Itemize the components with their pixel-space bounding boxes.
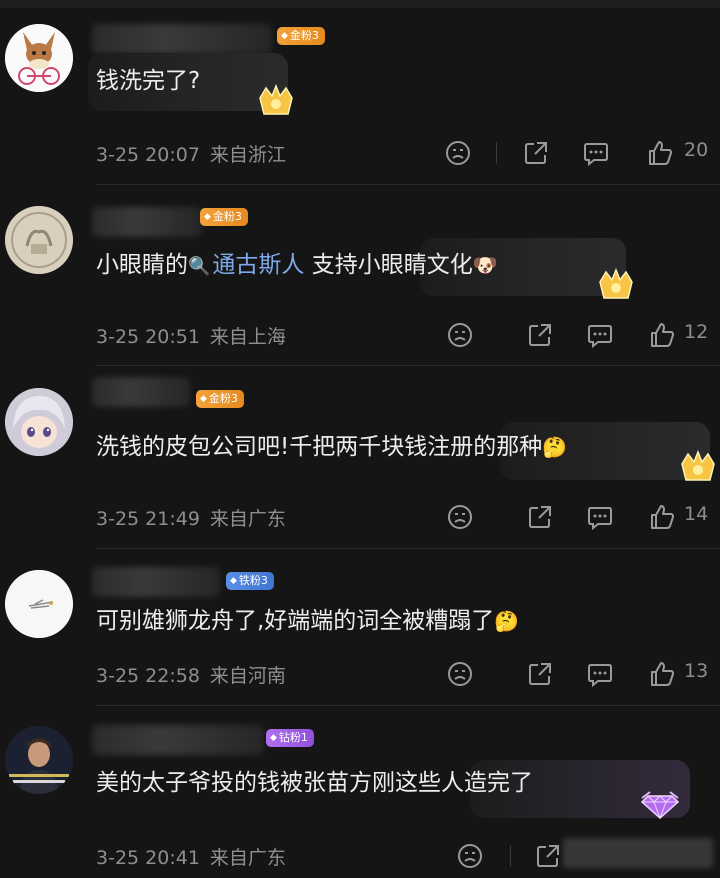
comment-meta: 3-25 22:58 来自河南: [96, 661, 286, 688]
comment-text: 钱洗完了?: [96, 68, 201, 94]
share-icon[interactable]: [534, 842, 562, 870]
dislike-face-icon[interactable]: [456, 842, 484, 870]
search-icon: 🔍: [188, 256, 211, 277]
like-count: 13: [684, 660, 709, 682]
comment-meta: 3-25 20:07 来自浙江: [96, 140, 286, 167]
action-bar: 13: [440, 658, 720, 690]
action-divider: [496, 142, 497, 164]
badge-gem-icon: ◆: [270, 733, 277, 743]
action-divider: [510, 845, 511, 867]
share-icon[interactable]: [522, 139, 550, 167]
like-thumb-icon[interactable]: [646, 139, 674, 167]
user-avatar[interactable]: [5, 570, 73, 638]
anime-girl-avatar-icon: [5, 388, 73, 456]
comment-divider: [96, 548, 720, 549]
comment-meta: 3-25 21:49 来自广东: [96, 504, 286, 531]
reply-comment-icon[interactable]: [586, 660, 614, 688]
portrait-photo-avatar-icon: [5, 726, 73, 794]
timestamp: 3-25 20:41: [96, 847, 200, 869]
location: 来自广东: [209, 508, 286, 530]
fan-badge[interactable]: ◆ 金粉3: [200, 208, 248, 226]
top-edge: [0, 0, 720, 8]
share-icon[interactable]: [526, 660, 554, 688]
user-avatar[interactable]: [5, 206, 73, 274]
fan-badge[interactable]: ◆ 金粉3: [196, 390, 244, 408]
share-icon[interactable]: [526, 321, 554, 349]
location: 来自上海: [209, 326, 286, 348]
location: 来自广东: [209, 847, 286, 869]
like-thumb-icon[interactable]: [648, 660, 676, 688]
timestamp: 3-25 20:07: [96, 144, 200, 166]
topic-link[interactable]: 🔍通古斯人: [188, 252, 304, 278]
dislike-face-icon[interactable]: [446, 503, 474, 531]
dislike-face-icon[interactable]: [446, 660, 474, 688]
reply-comment-icon[interactable]: [586, 503, 614, 531]
crown-medal-icon: [599, 268, 633, 299]
location: 来自浙江: [209, 144, 286, 166]
crown-medal-icon: [681, 450, 715, 481]
username-blurred[interactable]: [92, 725, 264, 755]
like-thumb-icon[interactable]: [648, 321, 676, 349]
thinking-emoji-icon: 🤔: [494, 609, 520, 633]
like-count: 14: [684, 503, 709, 525]
action-bar: 20: [440, 137, 720, 169]
like-count: 20: [684, 139, 709, 161]
dislike-face-icon[interactable]: [446, 321, 474, 349]
user-avatar[interactable]: [5, 24, 73, 92]
reply-comment-icon[interactable]: [582, 139, 610, 167]
share-icon[interactable]: [526, 503, 554, 531]
comment-meta: 3-25 20:41 来自广东: [96, 843, 286, 870]
eevee-bicycle-avatar-icon: [5, 24, 73, 92]
timestamp: 3-25 22:58: [96, 665, 200, 687]
username-blurred[interactable]: [92, 377, 190, 407]
timestamp: 3-25 20:51: [96, 326, 200, 348]
doge-emoji-icon: 🐶: [472, 253, 498, 277]
badge-gem-icon: ◆: [230, 576, 237, 586]
user-avatar[interactable]: [5, 726, 73, 794]
action-bar: 14: [440, 501, 720, 533]
username-blurred[interactable]: [92, 567, 220, 597]
comment-divider: [96, 705, 720, 706]
comment-text: 美的太子爷投的钱被张苗方刚这些人造完了: [96, 770, 533, 796]
comment-text: 小眼睛的🔍通古斯人 支持小眼睛文化🐶: [96, 252, 498, 278]
comment-divider: [96, 365, 720, 366]
fan-badge[interactable]: ◆ 钻粉1: [266, 729, 314, 747]
fan-badge[interactable]: ◆ 金粉3: [277, 27, 325, 45]
sketch-avatar-icon: [5, 570, 73, 638]
user-avatar[interactable]: [5, 388, 73, 456]
username-blurred[interactable]: [92, 24, 272, 54]
comment-meta: 3-25 20:51 来自上海: [96, 322, 286, 349]
timestamp: 3-25 21:49: [96, 508, 200, 530]
action-bar: 12: [440, 319, 720, 351]
like-count: 12: [684, 321, 709, 343]
badge-gem-icon: ◆: [200, 394, 207, 404]
like-thumb-icon[interactable]: [648, 503, 676, 531]
reply-comment-icon[interactable]: [586, 321, 614, 349]
location: 来自河南: [209, 665, 286, 687]
comment-text: 洗钱的皮包公司吧!千把两千块钱注册的那种🤔: [96, 434, 568, 460]
username-blurred[interactable]: [92, 207, 202, 237]
comment-divider: [96, 184, 720, 185]
diamond-medal-icon: [640, 791, 680, 820]
pensive-emoji-icon: 🤔: [542, 435, 568, 459]
dislike-face-icon[interactable]: [444, 139, 472, 167]
comment-text: 可别雄狮龙舟了,好端端的词全被糟蹋了🤔: [96, 608, 520, 634]
badge-gem-icon: ◆: [204, 212, 211, 222]
coin-avatar-icon: [5, 206, 73, 274]
badge-gem-icon: ◆: [281, 31, 288, 41]
platform-watermark: [563, 838, 713, 868]
fan-badge[interactable]: ◆ 铁粉3: [226, 572, 274, 590]
crown-medal-icon: [259, 84, 293, 115]
